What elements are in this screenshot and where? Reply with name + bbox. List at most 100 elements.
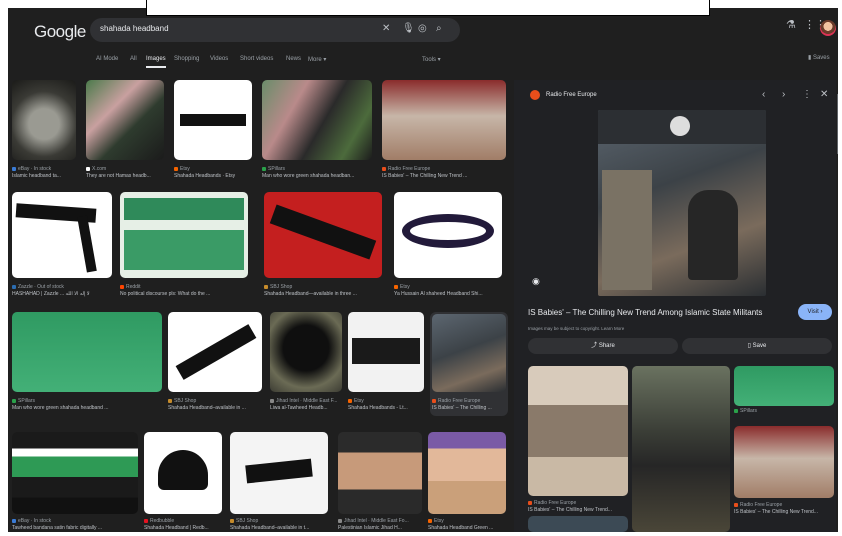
scrollbar[interactable]: [837, 94, 838, 154]
labs-icon[interactable]: ⚗: [786, 18, 796, 31]
result-title[interactable]: IS Babies' – The Chilling ...: [432, 405, 508, 411]
result-title[interactable]: Man who wore green shahada headban...: [262, 173, 374, 179]
result-title[interactable]: Shahada Headband–available in ...: [168, 405, 264, 411]
result-image[interactable]: [270, 312, 342, 392]
result-title[interactable]: Liwa al-Tawheed Headb...: [270, 405, 342, 411]
result-image[interactable]: [12, 312, 162, 392]
result-title[interactable]: Shahada Headband | Redb...: [144, 525, 224, 531]
related-image[interactable]: [528, 516, 628, 532]
result-title[interactable]: Shahada Headbands · Etsy: [174, 173, 254, 179]
result-image[interactable]: [348, 312, 424, 392]
tools-menu[interactable]: Tools ▾: [422, 56, 441, 63]
lens-icon[interactable]: ◉: [532, 276, 540, 287]
tab-short-videos[interactable]: Short videos: [240, 56, 273, 62]
result-card[interactable]: Jihad Intel · Middle East Fo... Palestin…: [338, 432, 422, 532]
related-image[interactable]: [528, 366, 628, 496]
result-card[interactable]: Redbubble Shahada Headband | Redb...: [144, 432, 224, 532]
search-input[interactable]: shahada headband: [100, 24, 169, 33]
result-image[interactable]: [144, 432, 222, 514]
result-image[interactable]: [174, 80, 252, 160]
result-title[interactable]: Ya Hussain Al shaheed Headband Shi...: [394, 291, 506, 297]
result-image[interactable]: [428, 432, 506, 514]
related-image[interactable]: [632, 366, 730, 532]
saves-link[interactable]: ▮ Saves: [808, 54, 830, 61]
result-card[interactable]: eBay · In stock Islamic headband ta...: [12, 80, 78, 180]
result-card[interactable]: Etsy Ya Hussain Al shaheed Headband Shi.…: [394, 192, 506, 298]
tab-more[interactable]: More ▾: [308, 56, 326, 63]
related-card[interactable]: Radio Free Europe IS Babies' – The Chill…: [528, 366, 628, 532]
result-title[interactable]: They are not Hamas headb...: [86, 173, 166, 179]
result-card[interactable]: SBJ Shop Shahada Headband–available in .…: [168, 312, 264, 416]
previous-icon[interactable]: ‹: [762, 89, 765, 100]
result-image[interactable]: [12, 192, 112, 278]
result-image[interactable]: [168, 312, 262, 392]
result-card[interactable]: SBJ Shop Shahada Headband—available in t…: [264, 192, 384, 298]
headband-shape: [175, 324, 257, 380]
lens-icon[interactable]: ◎: [418, 23, 427, 34]
result-image[interactable]: [12, 432, 138, 514]
related-image[interactable]: [734, 366, 834, 406]
result-title[interactable]: Palestinian Islamic Jihad H...: [338, 525, 422, 531]
result-card[interactable]: SPillars Man who wore green shahada head…: [12, 312, 162, 416]
result-image[interactable]: [262, 80, 372, 160]
result-title[interactable]: Tawheed bandana satin fabric digitally .…: [12, 525, 140, 531]
search-icon[interactable]: ⌕: [436, 23, 442, 34]
related-card[interactable]: SPillars Radio Free Europe IS Babies' – …: [734, 366, 834, 532]
result-image[interactable]: [230, 432, 328, 514]
next-icon[interactable]: ›: [782, 89, 785, 100]
result-title[interactable]: Shahada Headband Green ...: [428, 525, 508, 531]
result-title[interactable]: Shahada Headbands - Lt...: [348, 405, 424, 411]
tab-news[interactable]: News: [286, 56, 301, 62]
clear-icon[interactable]: ✕: [382, 23, 390, 34]
result-image[interactable]: [382, 80, 506, 160]
copyright-note[interactable]: Images may be subject to copyright. Lear…: [528, 326, 624, 331]
result-title[interactable]: Shahada Headband—available in three ...: [264, 291, 384, 297]
share-button[interactable]: ⤴ Share: [528, 338, 678, 354]
more-options-icon[interactable]: ⋮: [802, 89, 812, 100]
result-title[interactable]: Man who wore green shahada headband ...: [12, 405, 162, 411]
result-card[interactable]: Radio Free Europe IS Babies' – The Chill…: [382, 80, 506, 180]
result-image[interactable]: [86, 80, 164, 160]
avatar[interactable]: [820, 20, 836, 36]
result-card[interactable]: Zazzle · Out of stock HASHAHAD | Zazzle …: [12, 192, 112, 298]
result-title[interactable]: Islamic headband ta...: [12, 173, 78, 179]
tab-videos[interactable]: Videos: [210, 56, 228, 62]
tab-ai-mode[interactable]: AI Mode: [96, 56, 118, 62]
result-title[interactable]: No political discourse pls: What do the …: [120, 291, 250, 297]
result-card[interactable]: eBay · In stock Tawheed bandana satin fa…: [12, 432, 140, 532]
related-title[interactable]: IS Babies' – The Chilling New Trend...: [734, 509, 834, 515]
preview-source[interactable]: Radio Free Europe: [546, 92, 597, 98]
tab-shopping[interactable]: Shopping: [174, 56, 199, 62]
result-card[interactable]: Reddit No political discourse pls: What …: [120, 192, 250, 298]
related-card[interactable]: [632, 366, 730, 532]
result-image[interactable]: [338, 432, 422, 514]
result-title[interactable]: Shahada Headband–available in t...: [230, 525, 330, 531]
save-button[interactable]: ▯ Save: [682, 338, 832, 354]
result-card[interactable]: Etsy Shahada Headbands · Etsy: [174, 80, 254, 180]
result-card[interactable]: Jihad Intel · Middle East F... Liwa al-T…: [270, 312, 342, 416]
preview-title[interactable]: IS Babies' – The Chilling New Trend Amon…: [528, 308, 788, 317]
google-logo[interactable]: Google: [34, 22, 86, 42]
tab-images[interactable]: Images: [146, 56, 166, 68]
result-image[interactable]: [120, 192, 248, 278]
result-image[interactable]: [12, 80, 76, 160]
microphone-icon[interactable]: 🎙: [402, 23, 415, 34]
result-card[interactable]: Etsy Shahada Headband Green ...: [428, 432, 508, 532]
preview-image[interactable]: [598, 110, 766, 296]
close-icon[interactable]: ✕: [820, 89, 828, 100]
result-card-selected[interactable]: Radio Free Europe IS Babies' – The Chill…: [430, 312, 508, 416]
result-image[interactable]: [432, 314, 506, 392]
result-image[interactable]: [264, 192, 382, 278]
result-card[interactable]: Etsy Shahada Headbands - Lt...: [348, 312, 424, 416]
tab-all[interactable]: All: [130, 56, 137, 62]
related-title[interactable]: IS Babies' – The Chilling New Trend...: [528, 507, 628, 513]
related-image[interactable]: [734, 426, 834, 498]
result-title[interactable]: IS Babies' – The Chilling New Trend ...: [382, 173, 506, 179]
result-image[interactable]: [394, 192, 502, 278]
result-card[interactable]: SPillars Man who wore green shahada head…: [262, 80, 374, 180]
visit-button[interactable]: Visit ›: [798, 304, 832, 320]
result-card[interactable]: SBJ Shop Shahada Headband–available in t…: [230, 432, 330, 532]
search-box[interactable]: shahada headband ✕ 🎙 ◎ ⌕: [90, 18, 460, 42]
result-card[interactable]: X.com They are not Hamas headb...: [86, 80, 166, 180]
result-title[interactable]: HASHAHAD | Zazzle ... لا إله الا الله: [12, 291, 112, 297]
